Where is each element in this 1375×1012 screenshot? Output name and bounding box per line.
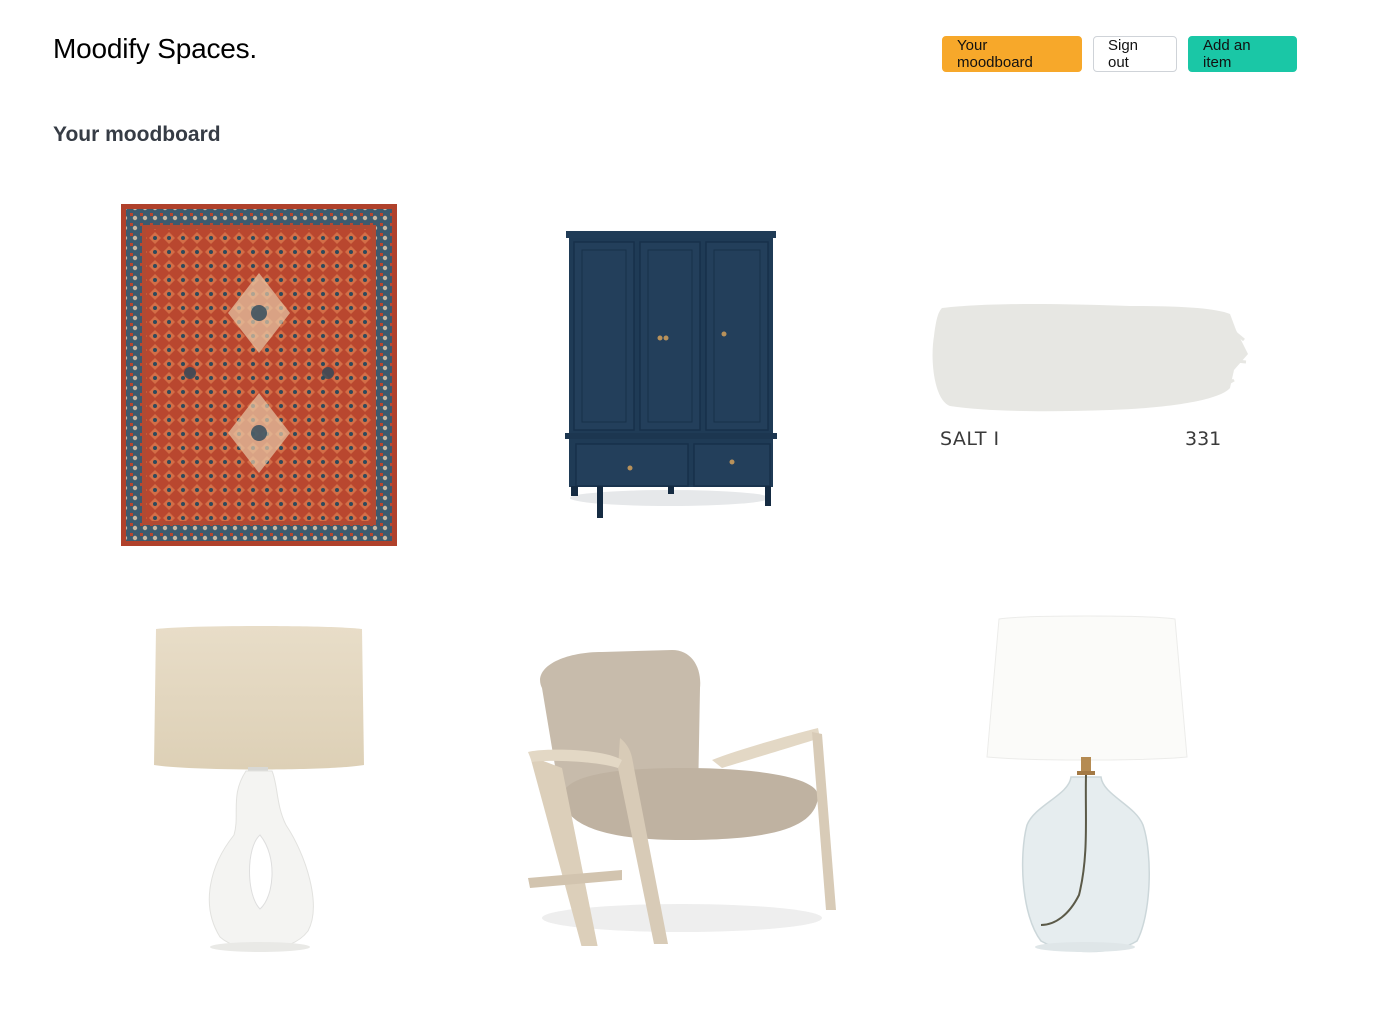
rug-image[interactable] <box>120 203 398 547</box>
add-item-button[interactable]: Add an item <box>1188 36 1297 72</box>
paint-swatch-image[interactable] <box>930 300 1252 416</box>
header-nav: Your moodboard Sign out Add an item <box>942 36 1297 72</box>
table-lamp-image[interactable] <box>150 625 368 955</box>
sign-out-button[interactable]: Sign out <box>1093 36 1177 72</box>
paint-code-label: 331 <box>1185 428 1222 450</box>
page-title: Your moodboard <box>53 123 221 146</box>
armchair-image[interactable] <box>522 648 842 946</box>
paint-name-label: SALT I <box>940 428 1000 450</box>
wardrobe-image[interactable] <box>560 228 780 523</box>
app-logo[interactable]: Moodify Spaces. <box>53 33 257 65</box>
your-moodboard-button[interactable]: Your moodboard <box>942 36 1082 72</box>
glass-lamp-image[interactable] <box>985 615 1189 959</box>
